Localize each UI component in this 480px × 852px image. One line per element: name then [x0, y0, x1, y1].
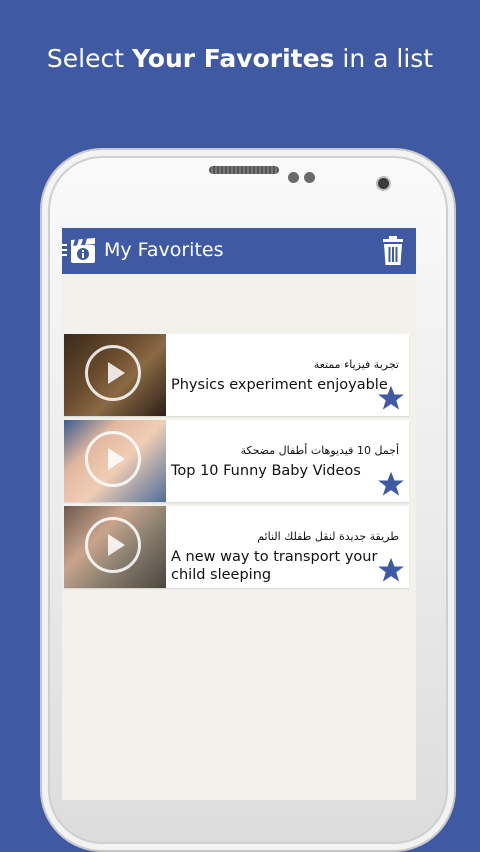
- video-title: A new way to transport your child sleepi…: [171, 549, 378, 583]
- headline-bold: Your Favorites: [131, 44, 335, 73]
- menu-icon[interactable]: [62, 244, 67, 258]
- sensor-dot: [288, 172, 299, 183]
- video-thumbnail[interactable]: [64, 506, 166, 588]
- app-screen: My Favorites تجربة فيزياء ممتعة Physics …: [62, 228, 416, 800]
- app-bar: My Favorites: [62, 228, 416, 274]
- star-icon[interactable]: [377, 556, 405, 584]
- video-thumbnail[interactable]: [64, 420, 166, 502]
- front-camera: [378, 178, 389, 189]
- play-icon[interactable]: [85, 345, 141, 401]
- speaker-grille: [209, 166, 279, 174]
- video-title: Top 10 Funny Baby Videos: [171, 463, 361, 479]
- headline-post: in a list: [334, 44, 434, 73]
- favorites-list: تجربة فيزياء ممتعة Physics experiment en…: [64, 334, 409, 592]
- play-icon[interactable]: [85, 517, 141, 573]
- clapperboard-info-icon: [71, 238, 95, 263]
- list-item[interactable]: أجمل 10 فيديوهات أطفال مضحكة Top 10 Funn…: [64, 420, 409, 502]
- star-icon[interactable]: [377, 384, 405, 412]
- sensor-dot: [304, 172, 315, 183]
- play-icon[interactable]: [85, 431, 141, 487]
- promo-headline: Select Your Favorites in a list: [0, 44, 480, 73]
- video-title-arabic: أجمل 10 فيديوهات أطفال مضحكة: [240, 444, 399, 457]
- video-title-arabic: تجربة فيزياء ممتعة: [313, 358, 399, 371]
- video-title: Physics experiment enjoyable: [171, 377, 388, 393]
- star-icon[interactable]: [377, 470, 405, 498]
- list-item[interactable]: طريقة جديدة لنقل طفلك النائم A new way t…: [64, 506, 409, 588]
- headline-pre: Select: [46, 44, 132, 73]
- video-thumbnail[interactable]: [64, 334, 166, 416]
- trash-icon[interactable]: [380, 236, 406, 266]
- app-title: My Favorites: [104, 239, 224, 261]
- list-item[interactable]: تجربة فيزياء ممتعة Physics experiment en…: [64, 334, 409, 416]
- video-title-arabic: طريقة جديدة لنقل طفلك النائم: [257, 530, 399, 543]
